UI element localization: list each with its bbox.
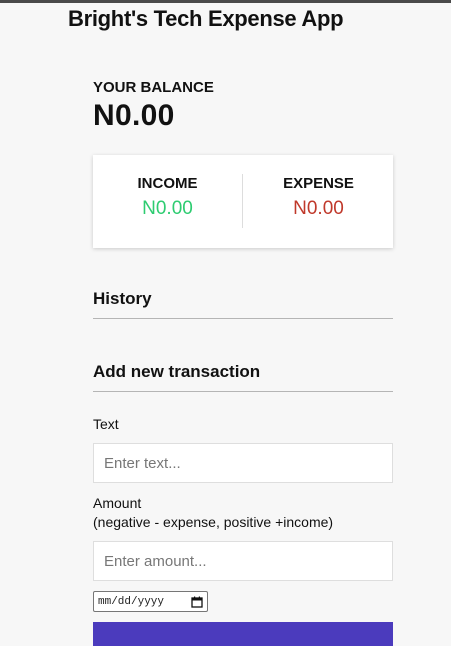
text-input[interactable] [93, 443, 393, 483]
income-label: INCOME [137, 175, 198, 192]
income-column: INCOME N0.00 [93, 175, 242, 220]
income-expense-card: INCOME N0.00 EXPENSE N0.00 [93, 155, 393, 248]
add-transaction-button[interactable] [93, 622, 393, 646]
date-input[interactable]: mm/dd/yyyy [93, 591, 208, 612]
balance-label: YOUR BALANCE [93, 79, 214, 96]
amount-input[interactable] [93, 541, 393, 581]
amount-label-text: Amount [93, 495, 142, 511]
income-value: N0.00 [142, 198, 193, 219]
expense-label: EXPENSE [283, 175, 354, 192]
income-expense-divider [242, 174, 243, 228]
expense-column: EXPENSE N0.00 [244, 175, 393, 220]
amount-field-label: Amount (negative - expense, positive +in… [93, 494, 333, 532]
balance-value: N0.00 [93, 99, 175, 132]
app-title: Bright's Tech Expense App [68, 6, 344, 31]
expense-value: N0.00 [293, 198, 344, 219]
calendar-icon[interactable] [191, 596, 203, 608]
history-title: History [93, 289, 393, 319]
date-placeholder: mm/dd/yyyy [98, 595, 165, 608]
amount-hint-text: (negative - expense, positive +income) [93, 514, 334, 530]
text-field-label: Text [93, 416, 119, 432]
add-transaction-title: Add new transaction [93, 362, 393, 392]
window-top-border [0, 0, 451, 3]
